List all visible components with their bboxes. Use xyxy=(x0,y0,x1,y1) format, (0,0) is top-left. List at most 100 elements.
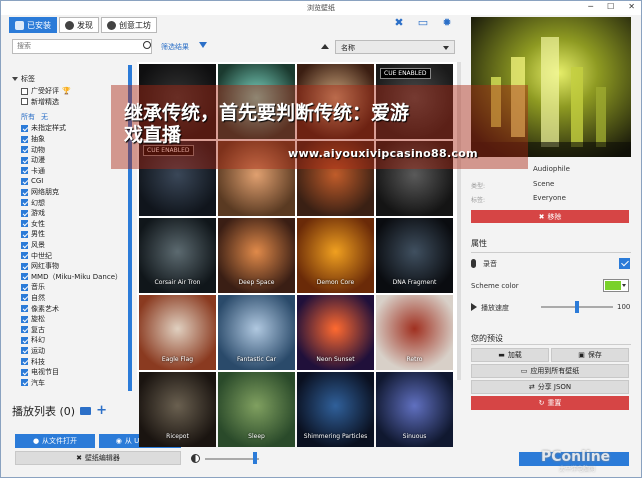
speed-slider-thumb[interactable] xyxy=(575,301,579,313)
tag-filter[interactable]: 科技 xyxy=(21,356,130,367)
checkbox[interactable] xyxy=(21,209,28,217)
tag-filter[interactable]: 音乐 xyxy=(21,282,130,293)
remove-button[interactable]: ✖ 移除 xyxy=(471,210,629,223)
checkbox[interactable] xyxy=(21,305,28,313)
checkbox[interactable] xyxy=(21,135,28,143)
close-button[interactable]: ✕ xyxy=(628,2,635,11)
checkbox[interactable] xyxy=(21,336,28,344)
gear-icon[interactable]: ✹ xyxy=(441,17,453,29)
load-preset-button[interactable]: ▬ 加载 xyxy=(471,348,549,362)
tab-discover[interactable]: 发现 xyxy=(59,17,99,33)
tag-filter[interactable]: 女性 xyxy=(21,219,130,230)
checkbox[interactable] xyxy=(21,230,28,238)
reset-button[interactable]: ↻ 重置 xyxy=(471,396,629,410)
checkbox[interactable] xyxy=(21,98,28,106)
checkbox[interactable] xyxy=(21,283,28,291)
monitor-icon[interactable]: ▭ xyxy=(417,17,429,29)
checkbox[interactable] xyxy=(21,347,28,355)
tag-filter-label: 幻想 xyxy=(31,198,45,207)
checkbox[interactable] xyxy=(21,262,28,270)
wallpaper-thumbnail[interactable]: Deep Space xyxy=(218,218,295,293)
tag-filter[interactable]: 幻想 xyxy=(21,197,130,208)
checkbox[interactable] xyxy=(21,124,28,132)
wallpaper-thumbnail[interactable]: Demon Core xyxy=(297,218,374,293)
add-icon[interactable]: + xyxy=(96,404,107,417)
checkbox[interactable] xyxy=(21,199,28,207)
wallpaper-thumbnail[interactable]: Shimmering Particles xyxy=(297,372,374,447)
search-icon[interactable] xyxy=(143,41,151,49)
wallpaper-thumbnail[interactable]: DNA Fragment xyxy=(376,218,453,293)
select-all-link[interactable]: 所有 xyxy=(21,112,35,123)
tag-filter[interactable]: 旋松 xyxy=(21,314,130,325)
maximize-button[interactable]: ☐ xyxy=(607,2,614,11)
filter-results-link[interactable]: 筛选结果 xyxy=(161,42,189,52)
share-json-button[interactable]: ⇄ 分享 JSON xyxy=(471,380,629,394)
checkbox[interactable] xyxy=(21,326,28,334)
checkbox[interactable] xyxy=(21,379,28,387)
wallpaper-thumbnail[interactable]: Sinuous xyxy=(376,372,453,447)
tag-filter[interactable]: 汽车 xyxy=(21,377,130,388)
volume-slider-thumb[interactable] xyxy=(252,452,257,464)
checkbox[interactable] xyxy=(21,87,28,95)
tag-filter[interactable]: 复古 xyxy=(21,324,130,335)
wallpaper-title: Neon Sunset xyxy=(316,356,355,363)
checkbox[interactable] xyxy=(21,188,28,196)
wallpaper-thumbnail[interactable]: Neon Sunset xyxy=(297,295,374,370)
tag-filter[interactable]: 像素艺术 xyxy=(21,303,130,314)
tags-section-header[interactable]: 标签 xyxy=(12,74,130,84)
tag-filter[interactable]: 自然 xyxy=(21,293,130,304)
folder-icon[interactable] xyxy=(80,407,92,415)
checkbox[interactable] xyxy=(21,252,28,260)
tag-filter[interactable]: 中世纪 xyxy=(21,250,130,261)
tag-filter[interactable]: 男性 xyxy=(21,229,130,240)
save-preset-button[interactable]: ▣ 保存 xyxy=(551,348,629,362)
checkbox[interactable] xyxy=(21,273,28,281)
checkbox[interactable] xyxy=(21,177,28,185)
globe-icon: ◉ xyxy=(115,437,122,445)
select-none-link[interactable]: 无 xyxy=(41,112,48,123)
wallpaper-thumbnail[interactable]: Corsair Air Tron xyxy=(139,218,216,293)
scheme-color-picker[interactable] xyxy=(603,279,629,292)
tag-filter[interactable]: 运动 xyxy=(21,346,130,357)
window-title: 浏览壁纸 xyxy=(307,4,335,12)
open-file-button[interactable]: ● 从文件打开 xyxy=(15,434,95,448)
wallpaper-thumbnail[interactable]: Eagle Flag xyxy=(139,295,216,370)
wallpaper-thumbnail[interactable]: Sleep xyxy=(218,372,295,447)
tag-filter[interactable]: 网络朋克 xyxy=(21,187,130,198)
sort-direction-icon[interactable] xyxy=(321,44,329,49)
audio-checkbox[interactable] xyxy=(619,258,630,269)
sort-select[interactable]: 名称 xyxy=(335,40,455,54)
checkbox[interactable] xyxy=(21,167,28,175)
tag-filter[interactable]: MMD（Miku-Miku Dance） xyxy=(21,272,130,283)
checkbox[interactable] xyxy=(21,315,28,323)
tab-workshop[interactable]: 创意工坊 xyxy=(101,17,157,33)
checkbox[interactable] xyxy=(21,368,28,376)
checkbox[interactable] xyxy=(21,146,28,154)
tag-filter-label: 女性 xyxy=(31,219,45,228)
tag-filter[interactable]: 风景 xyxy=(21,240,130,251)
tab-installed[interactable]: 已安装 xyxy=(9,17,57,33)
tab-workshop-label: 创意工坊 xyxy=(119,20,151,30)
checkbox[interactable] xyxy=(21,241,28,249)
checkbox[interactable] xyxy=(21,358,28,366)
tag-filter[interactable]: 网红事物 xyxy=(21,261,130,272)
tag-filter[interactable]: CGI xyxy=(21,176,130,187)
minimize-button[interactable]: ─ xyxy=(588,2,593,11)
checkbox[interactable] xyxy=(21,156,28,164)
filter-icon[interactable] xyxy=(199,42,207,48)
checkbox[interactable] xyxy=(21,294,28,302)
search-input[interactable] xyxy=(12,39,152,54)
compass-icon xyxy=(65,20,74,30)
wallpaper-editor-button[interactable]: ✖ 壁纸编辑器 xyxy=(15,451,181,465)
tag-filter-label: 像素艺术 xyxy=(31,304,59,313)
volume-slider[interactable] xyxy=(205,458,259,460)
checkbox[interactable] xyxy=(21,220,28,228)
tools-icon[interactable]: ✖ xyxy=(393,17,405,29)
tag-filter[interactable]: 电视节目 xyxy=(21,367,130,378)
apply-all-button[interactable]: ▭ 应用到所有壁纸 xyxy=(471,364,629,378)
wallpaper-thumbnail[interactable]: Retro xyxy=(376,295,453,370)
tag-filter[interactable]: 游戏 xyxy=(21,208,130,219)
wallpaper-thumbnail[interactable]: Ricepot xyxy=(139,372,216,447)
tag-filter[interactable]: 科幻 xyxy=(21,335,130,346)
wallpaper-thumbnail[interactable]: Fantastic Car xyxy=(218,295,295,370)
